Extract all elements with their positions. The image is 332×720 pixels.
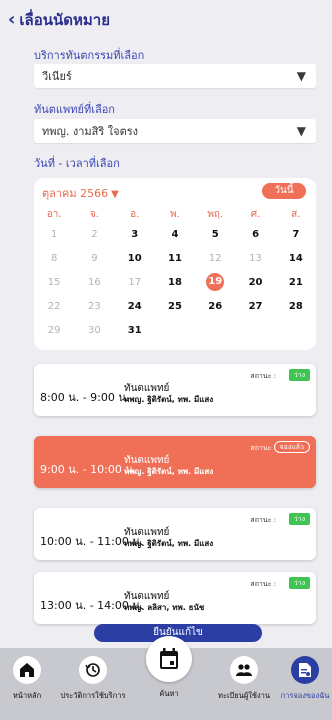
- calendar-day[interactable]: 31: [115, 325, 155, 336]
- dentist-names: ทพญ. ฐิติรัตน์, ทพ. มีแสง: [124, 539, 214, 548]
- calendar-week: 22 23 24 25 26 27 28: [34, 294, 316, 318]
- dropdown-arrow-icon: ▼: [296, 69, 306, 83]
- calendar-day[interactable]: 10: [115, 253, 155, 264]
- calendar-day[interactable]: 29: [34, 325, 74, 336]
- calendar-day[interactable]: 27: [235, 301, 275, 312]
- calendar-day[interactable]: 8: [34, 253, 74, 264]
- today-button[interactable]: วันนี้: [262, 183, 306, 199]
- status-badge: ว่าง: [288, 577, 310, 589]
- dentist-names: ทพญ. ฐิติรัตน์, ทพ. มีแสง: [124, 395, 214, 404]
- weekday-label: อา.: [46, 208, 62, 220]
- weekday-label: ศ.: [250, 208, 261, 220]
- service-label: บริการทันตกรรมที่เลือก: [34, 49, 145, 62]
- calendar-day[interactable]: 17: [115, 277, 155, 288]
- calendar-week: 15 16 17 18 19 20 21: [34, 270, 316, 294]
- calendar-day[interactable]: 18: [155, 277, 195, 288]
- calendar-day[interactable]: 12: [195, 253, 235, 264]
- time-slot-card[interactable]: สถานะ : จองแล้ว 9:00 น. - 10:00 น. ทันตแพทย…: [34, 436, 316, 488]
- bottom-nav: หน้าหลัก ประวัติการใช้บริการ ค้นหา ทะเบี…: [0, 636, 332, 720]
- calendar-day[interactable]: 7: [276, 229, 316, 240]
- dentist-value: ทพญ. งามสิริ ใจตรง: [42, 125, 139, 138]
- weekday-header: อา. จ. อ. พ. พฤ. ศ. ส.: [34, 206, 316, 222]
- month-label: ตุลาคม 2566: [42, 187, 109, 200]
- calendar-day[interactable]: 4: [155, 229, 195, 240]
- calendar-day[interactable]: 22: [34, 301, 74, 312]
- nav-booking[interactable]: การจองของฉัน: [278, 648, 332, 702]
- dentist-label: ทันตแพทย์ที่เลือก: [34, 103, 115, 116]
- nav-home-label: หน้าหลัก: [12, 691, 42, 700]
- calendar-day[interactable]: 2: [74, 229, 114, 240]
- calendar-day[interactable]: 26: [195, 301, 235, 312]
- time-slot-card[interactable]: สถานะ : ว่าง 8:00 น. - 9:00 น. ทันตแพทย์ ทพญ…: [34, 364, 316, 416]
- calendar-day[interactable]: 14: [276, 253, 316, 264]
- status-label: สถานะ :: [250, 444, 276, 452]
- calendar-week: 29 30 31: [34, 318, 316, 342]
- header: ‹ เลื่อนนัดหมาย: [8, 8, 110, 32]
- calendar-day[interactable]: 30: [74, 325, 114, 336]
- nav-history[interactable]: ประวัติการใช้บริการ: [52, 648, 134, 702]
- slot-time: 8:00 น. - 9:00 น.: [40, 391, 130, 404]
- home-icon: [13, 656, 41, 684]
- dentist-select[interactable]: ทพญ. งามสิริ ใจตรง ▼: [34, 119, 316, 143]
- month-dropdown-icon: ▼: [111, 189, 119, 200]
- calendar-day[interactable]: 25: [155, 301, 195, 312]
- status-badge: ว่าง: [288, 369, 310, 381]
- weekday-label: พฤ.: [207, 208, 224, 220]
- calendar-icon: [160, 648, 178, 669]
- calendar-day[interactable]: 11: [155, 253, 195, 264]
- dropdown-arrow-icon: ▼: [296, 124, 306, 138]
- users-icon: [230, 656, 258, 684]
- nav-home[interactable]: หน้าหลัก: [4, 648, 50, 702]
- page-title: เลื่อนนัดหมาย: [19, 11, 110, 29]
- service-select[interactable]: วีเนียร์ ▼: [34, 64, 316, 88]
- back-icon[interactable]: ‹: [8, 11, 15, 29]
- nav-history-label: ประวัติการใช้บริการ: [60, 691, 126, 700]
- calendar-day[interactable]: 5: [195, 229, 235, 240]
- nav-register-label: ทะเบียนผู้ใช้งาน: [218, 691, 270, 700]
- weekday-label: จ.: [89, 208, 99, 220]
- nav-search-label: ค้นหา: [159, 689, 179, 698]
- calendar-day[interactable]: 23: [74, 301, 114, 312]
- status-badge: จองแล้ว: [273, 441, 310, 453]
- nav-register[interactable]: ทะเบียนผู้ใช้งาน: [214, 648, 274, 702]
- reschedule-screen: ‹ เลื่อนนัดหมาย บริการทันตกรรมที่เลือก ว…: [0, 0, 332, 720]
- weekday-label: พ.: [170, 208, 180, 220]
- datetime-label: วันที่ - เวลาที่เลือก: [34, 157, 120, 170]
- calendar-day[interactable]: 21: [276, 277, 316, 288]
- calendar-day[interactable]: 3: [115, 229, 155, 240]
- history-icon: [79, 656, 107, 684]
- calendar-week: 8 9 10 11 12 13 14: [34, 246, 316, 270]
- calendar-grid: อา. จ. อ. พ. พฤ. ศ. ส. 1 2 3 4 5 6 7 8 9 10 11 12 13 14 15 16 1…: [34, 206, 316, 342]
- calendar-day[interactable]: 6: [235, 229, 275, 240]
- status-label: สถานะ :: [250, 580, 276, 588]
- slot-time: 9:00 น. - 10:00 น.: [40, 463, 137, 476]
- time-slot-card[interactable]: สถานะ : ว่าง 10:00 น. - 11:00 น. ทันตแพทย์ท…: [34, 508, 316, 560]
- weekday-label: ส.: [291, 208, 301, 220]
- status-badge: ว่าง: [288, 513, 310, 525]
- nav-search[interactable]: [146, 636, 192, 682]
- calendar-day[interactable]: 24: [115, 301, 155, 312]
- calendar: ตุลาคม 2566 ▼ วันนี้ อา. จ. อ. พ. พฤ. ศ. ส. 1 2 3 4…: [34, 178, 316, 350]
- calendar-day[interactable]: 13: [235, 253, 275, 264]
- dentist-names: ทพญ. ฐิติรัตน์, ทพ. มีแสง: [124, 467, 214, 476]
- status-label: สถานะ :: [250, 516, 276, 524]
- service-value: วีเนียร์: [42, 70, 72, 83]
- time-slot-card[interactable]: สถานะ : ว่าง 13:00 น. - 14:00 น. ทันตแพทย์ท…: [34, 572, 316, 624]
- calendar-day[interactable]: 9: [74, 253, 114, 264]
- calendar-day[interactable]: 1: [34, 229, 74, 240]
- weekday-label: อ.: [130, 208, 140, 220]
- calendar-day[interactable]: 28: [276, 301, 316, 312]
- month-picker[interactable]: ตุลาคม 2566 ▼: [42, 184, 119, 202]
- status-label: สถานะ :: [250, 372, 276, 380]
- calendar-day[interactable]: 20: [235, 277, 275, 288]
- nav-booking-label: การจองของฉัน: [280, 691, 330, 700]
- calendar-day[interactable]: 16: [74, 277, 114, 288]
- calendar-week: 1234567: [34, 222, 316, 246]
- calendar-day[interactable]: 15: [34, 277, 74, 288]
- document-icon: [291, 656, 319, 684]
- calendar-day[interactable]: 19: [195, 273, 235, 291]
- dentist-names: ทพญ. ลลิสา, ทพ. ธนัช: [124, 603, 205, 612]
